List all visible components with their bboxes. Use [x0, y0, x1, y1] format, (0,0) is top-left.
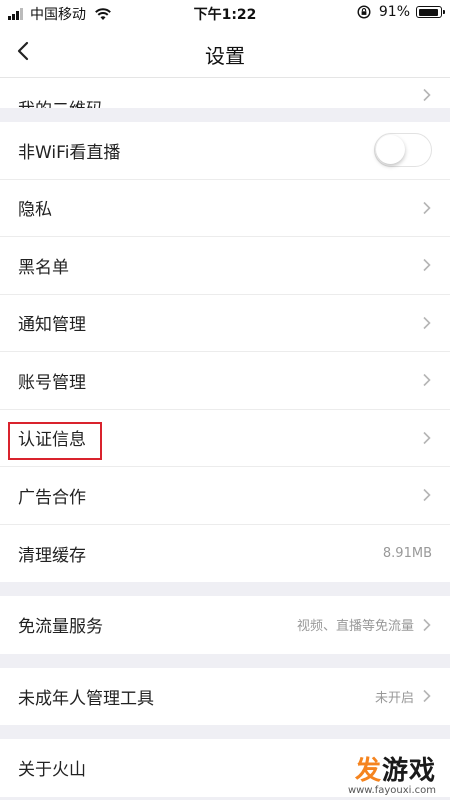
- row-label: 非WiFi看直播: [18, 142, 121, 163]
- row-label: 广告合作: [18, 487, 86, 508]
- row-label: 黑名单: [18, 257, 69, 278]
- wifi-live-toggle[interactable]: [374, 133, 432, 168]
- chevron-right-icon: [423, 690, 431, 703]
- chevron-right-icon: [423, 88, 431, 102]
- settings-group-data-free: 免流量服务 视频、直播等免流量: [0, 596, 450, 654]
- chevron-right-icon: [423, 374, 431, 387]
- settings-row-clear-cache[interactable]: 清理缓存 8.91MB: [0, 525, 450, 583]
- settings-row-wifi-live: 非WiFi看直播: [0, 122, 450, 180]
- settings-row-blacklist[interactable]: 黑名单: [0, 237, 450, 295]
- watermark-logo: 发游戏 www.fayouxi.com: [348, 750, 436, 796]
- settings-row-data-free[interactable]: 免流量服务 视频、直播等免流量: [0, 596, 450, 654]
- chevron-right-icon: [423, 201, 431, 214]
- chevron-right-icon: [423, 259, 431, 272]
- orientation-lock-icon: [357, 5, 371, 19]
- settings-group-main: 非WiFi看直播 隐私 黑名单 通知管理 账号管理 认证信息 广告合作 清理缓存…: [0, 122, 450, 582]
- row-label: 未成年人管理工具: [18, 688, 154, 709]
- chevron-right-icon: [423, 618, 431, 631]
- status-right: 91%: [357, 4, 445, 20]
- settings-row-notifications[interactable]: 通知管理: [0, 295, 450, 352]
- page-title: 设置: [205, 44, 245, 68]
- highlight-box: [8, 421, 102, 460]
- battery-icon: [416, 6, 445, 18]
- watermark-url: www.fayouxi.com: [347, 785, 436, 796]
- row-value: 未开启: [374, 690, 414, 706]
- chevron-right-icon: [423, 489, 431, 502]
- settings-row-minor-tools[interactable]: 未成年人管理工具 未开启: [0, 668, 450, 726]
- settings-list: 我的二维码 非WiFi看直播 隐私 黑名单 通知管理 账号管理: [0, 78, 450, 797]
- settings-row-account[interactable]: 账号管理: [0, 352, 450, 410]
- chevron-right-icon: [423, 431, 431, 444]
- settings-group-minor: 未成年人管理工具 未开启: [0, 667, 450, 726]
- watermark-logo-text: 发游戏: [354, 756, 436, 786]
- status-bar: 中国移动 下午1:22 91%: [0, 0, 450, 26]
- row-label: 我的二维码: [18, 95, 422, 108]
- nav-bar: 设置: [0, 26, 450, 78]
- settings-row-ads[interactable]: 广告合作: [0, 467, 450, 525]
- row-label: 隐私: [18, 200, 52, 221]
- settings-group-qrcode: 我的二维码: [0, 78, 450, 108]
- row-label: 免流量服务: [18, 617, 103, 638]
- row-label: 通知管理: [18, 315, 86, 336]
- row-label: 账号管理: [18, 372, 86, 393]
- cache-size: 8.91MB: [382, 545, 432, 561]
- settings-row-privacy[interactable]: 隐私: [0, 180, 450, 237]
- battery-fill: [418, 8, 438, 16]
- row-label: 清理缓存: [18, 545, 86, 566]
- chevron-right-icon: [423, 316, 431, 329]
- row-value: 视频、直播等免流量: [296, 619, 414, 635]
- toggle-knob: [376, 135, 405, 165]
- battery-percent: 91%: [378, 4, 410, 20]
- settings-row-qrcode[interactable]: 我的二维码: [0, 78, 450, 108]
- settings-row-verification[interactable]: 认证信息: [0, 410, 450, 467]
